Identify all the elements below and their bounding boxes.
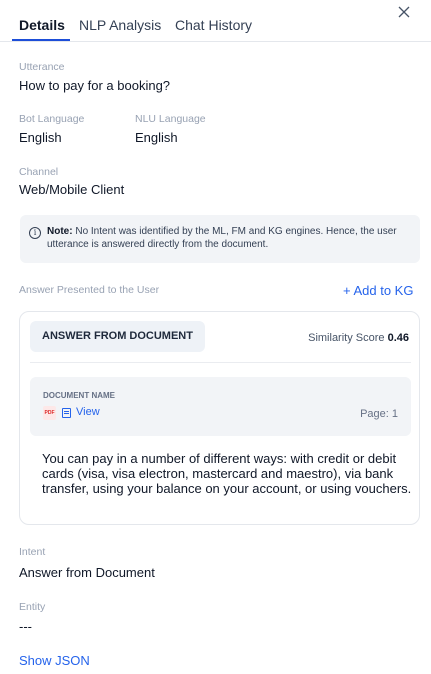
note-banner: i Note: No Intent was identified by the … [20, 215, 420, 263]
document-name-label: DOCUMENT NAME [43, 391, 115, 400]
tab-bar: Details NLP Analysis Chat History [0, 0, 431, 42]
answer-presented-label: Answer Presented to the User [19, 284, 160, 296]
nlu-language-label: NLU Language [135, 113, 206, 125]
answer-card: ANSWER FROM DOCUMENT Similarity Score 0.… [19, 311, 420, 525]
channel-value: Web/Mobile Client [19, 182, 125, 197]
utterance-label: Utterance [19, 61, 65, 73]
document-box: DOCUMENT NAME PDF View Page: 1 [30, 377, 411, 436]
pdf-file-icon: PDF [43, 406, 56, 420]
add-to-kg-button[interactable]: + Add to KG [343, 283, 413, 298]
bot-language-value: English [19, 130, 62, 145]
answer-text: You can pay in a number of different way… [42, 451, 412, 496]
answer-source-badge: ANSWER FROM DOCUMENT [30, 321, 205, 352]
similarity-value: 0.46 [387, 332, 409, 344]
utterance-value: How to pay for a booking? [19, 78, 171, 93]
entity-value: --- [19, 619, 32, 634]
active-tab-indicator [12, 39, 70, 41]
tab-details[interactable]: Details [19, 17, 65, 33]
document-view-icon [62, 408, 71, 418]
intent-value: Answer from Document [19, 565, 155, 580]
card-divider [30, 362, 411, 363]
intent-label: Intent [19, 546, 46, 558]
view-document-link[interactable]: View [62, 406, 100, 418]
close-icon[interactable] [397, 5, 411, 19]
note-prefix: Note: [47, 226, 73, 237]
entity-label: Entity [19, 601, 46, 613]
nlu-language-value: English [135, 130, 178, 145]
similarity-score: Similarity Score 0.46 [308, 332, 409, 344]
show-json-link[interactable]: Show JSON [19, 653, 90, 668]
view-link-label: View [76, 406, 100, 418]
info-icon: i [29, 227, 41, 239]
page-number: Page: 1 [360, 408, 398, 420]
channel-label: Channel [19, 166, 59, 178]
note-body: No Intent was identified by the ML, FM a… [47, 226, 397, 250]
tab-chat-history[interactable]: Chat History [175, 17, 252, 33]
bot-language-label: Bot Language [19, 113, 85, 125]
note-text: Note: No Intent was identified by the ML… [47, 225, 413, 251]
tab-nlp-analysis[interactable]: NLP Analysis [79, 17, 161, 33]
similarity-label: Similarity Score [308, 332, 385, 344]
